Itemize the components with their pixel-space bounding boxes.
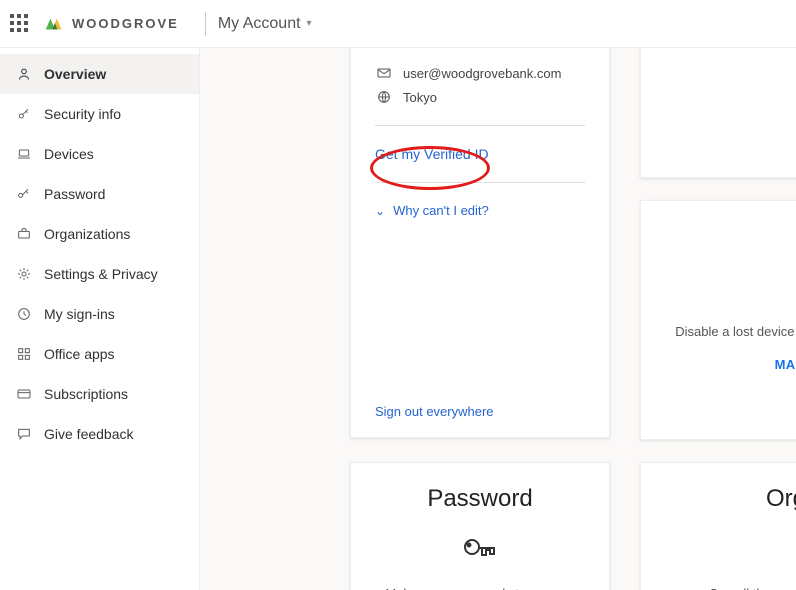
sidebar-item-label: My sign-ins [44,306,115,322]
sidebar-item-label: Office apps [44,346,115,362]
sidebar-item-office-apps[interactable]: Office apps [0,334,199,374]
sidebar-item-subscriptions[interactable]: Subscriptions [0,374,199,414]
sidebar-item-organizations[interactable]: Organizations [0,214,199,254]
brand-logo-icon [44,13,66,35]
sidebar-item-label: Give feedback [44,426,134,442]
devices-card: Devices Disable a lost device and review… [640,200,796,440]
sign-out-everywhere-link[interactable]: Sign out everywhere [375,404,494,419]
why-cant-i-edit-label: Why can't I edit? [393,203,489,218]
page-title: My Account [218,15,301,33]
briefcase-icon [14,226,34,242]
laptop-icon [665,261,796,309]
person-icon [14,66,34,82]
globe-icon [375,89,393,105]
devices-card-desc: Disable a lost device and review your co… [665,323,796,341]
content-area: user@woodgrovebank.com Tokyo Get my Veri… [200,48,796,590]
app-launcher-icon[interactable] [10,14,30,34]
divider [205,12,206,36]
mail-icon [375,65,393,81]
get-verified-id-link[interactable]: Get my Verified ID [375,146,585,162]
sidebar-item-devices[interactable]: Devices [0,134,199,174]
profile-email: user@woodgrovebank.com [403,66,561,81]
layout: Overview Security info Devices Password … [0,48,796,590]
sidebar-item-settings-privacy[interactable]: Settings & Privacy [0,254,199,294]
apps-icon [14,346,34,362]
sidebar-item-label: Settings & Privacy [44,266,158,282]
sidebar-item-label: Security info [44,106,121,122]
topbar: WOODGROVE My Account ▾ [0,0,796,48]
brand-logo[interactable]: WOODGROVE [44,13,179,35]
laptop-icon [14,146,34,162]
key-icon [375,523,585,571]
gear-icon [14,266,34,282]
sidebar-item-label: Organizations [44,226,130,242]
key-icon [14,106,34,122]
chevron-down-icon: ⌄ [375,204,385,218]
brand-name: WOODGROVE [72,16,179,31]
profile-location-row: Tokyo [375,89,585,105]
password-card-desc: Make your password stronger, or change i… [375,585,585,590]
sidebar: Overview Security info Devices Password … [0,48,200,590]
sidebar-item-password[interactable]: Password [0,174,199,214]
divider [375,182,585,183]
briefcase-icon [665,523,796,571]
sidebar-item-overview[interactable]: Overview [0,54,199,94]
manage-devices-link[interactable]: MANAGE DEVICES › [665,357,796,372]
update-info-card: UPDATE INFO › [640,48,796,178]
manage-devices-label: MANAGE DEVICES [775,357,796,372]
chat-icon [14,426,34,442]
password-card: Password Make your password stronger, or… [350,462,610,590]
sidebar-item-label: Overview [44,66,106,82]
devices-card-title: Devices [665,223,796,251]
sidebar-item-give-feedback[interactable]: Give feedback [0,414,199,454]
profile-card: user@woodgrovebank.com Tokyo Get my Veri… [350,48,610,438]
card-icon [14,386,34,402]
organizations-card-title: Organizations [665,485,796,513]
organizations-card: Organizations See all the organizations … [640,462,796,590]
keyhole-icon [14,186,34,202]
organizations-card-desc: See all the organizations that you're a … [665,585,796,590]
divider [375,125,585,126]
profile-email-row: user@woodgrovebank.com [375,65,585,81]
sidebar-item-security-info[interactable]: Security info [0,94,199,134]
sidebar-item-label: Devices [44,146,94,162]
why-cant-i-edit-link[interactable]: ⌄ Why can't I edit? [375,203,585,218]
sidebar-item-my-sign-ins[interactable]: My sign-ins [0,294,199,334]
clock-icon [14,306,34,322]
page-title-dropdown[interactable]: My Account ▾ [218,15,312,33]
password-card-title: Password [375,485,585,513]
profile-location: Tokyo [403,90,437,105]
sidebar-item-label: Subscriptions [44,386,128,402]
chevron-down-icon: ▾ [307,18,312,29]
sidebar-item-label: Password [44,186,105,202]
